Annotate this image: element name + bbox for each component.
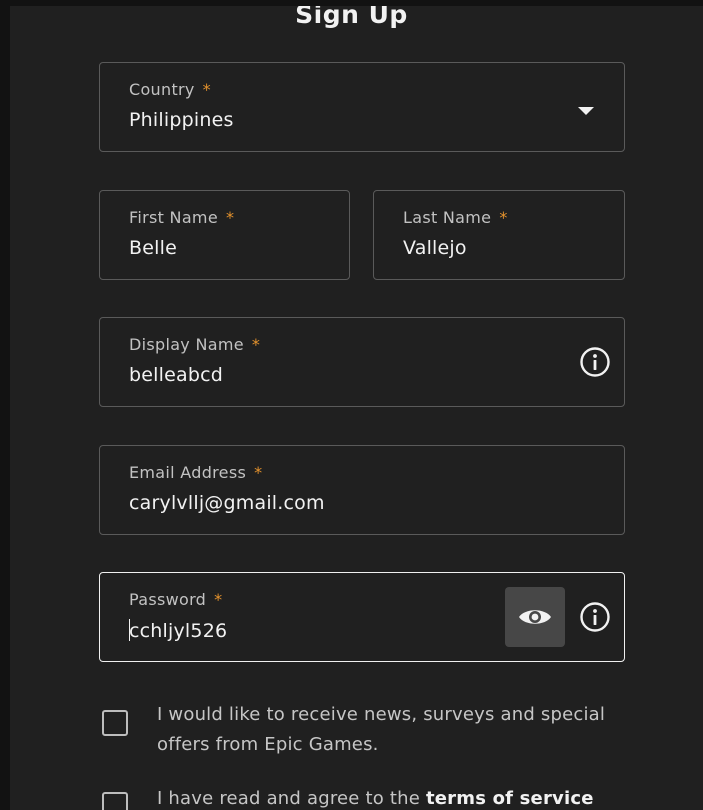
password-value: cchljyl526 <box>129 619 228 642</box>
last-name-label: Last Name * <box>403 208 508 227</box>
country-select[interactable]: Country * Philippines <box>99 62 625 152</box>
display-name-field[interactable]: Display Name * belleabcd <box>99 317 625 407</box>
country-value: Philippines <box>129 109 234 131</box>
news-opt-in-label: I would like to receive news, surveys an… <box>157 704 606 755</box>
password-field[interactable]: Password * cchljyl526 <box>99 572 625 662</box>
country-label: Country * <box>129 80 211 99</box>
terms-checkbox[interactable] <box>102 792 128 810</box>
display-name-value: belleabcd <box>129 364 224 386</box>
first-name-label: First Name * <box>129 208 235 227</box>
news-opt-in-row: I would like to receive news, surveys an… <box>102 700 642 764</box>
first-name-field[interactable]: First Name * Belle <box>99 190 350 280</box>
signup-page: Sign Up Country * Philippines First Name *… <box>10 6 703 810</box>
terms-row: I have read and agree to the terms of se… <box>102 784 642 810</box>
info-icon[interactable] <box>579 601 611 633</box>
password-label: Password * <box>129 590 223 609</box>
required-asterisk: * <box>214 590 223 609</box>
required-asterisk: * <box>225 208 235 227</box>
display-name-label: Display Name * <box>129 335 261 354</box>
required-asterisk: * <box>202 80 211 99</box>
show-password-button[interactable] <box>505 587 565 647</box>
email-value: carylvllj@gmail.com <box>129 492 325 514</box>
required-asterisk: * <box>254 463 263 482</box>
first-name-value: Belle <box>129 237 177 259</box>
terms-of-service-link[interactable]: terms of service <box>426 788 594 809</box>
page-title: Sign Up <box>295 6 408 29</box>
last-name-field[interactable]: Last Name * Vallejo <box>373 190 625 280</box>
eye-icon <box>519 610 551 624</box>
email-field[interactable]: Email Address * carylvllj@gmail.com <box>99 445 625 535</box>
terms-label: I have read and agree to the terms of se… <box>157 788 594 809</box>
email-label: Email Address * <box>129 463 263 482</box>
required-asterisk: * <box>251 335 261 354</box>
last-name-value: Vallejo <box>403 237 467 259</box>
chevron-down-icon[interactable] <box>578 107 594 115</box>
news-opt-in-checkbox[interactable] <box>102 710 128 736</box>
info-icon[interactable] <box>579 346 611 378</box>
required-asterisk: * <box>499 208 508 227</box>
